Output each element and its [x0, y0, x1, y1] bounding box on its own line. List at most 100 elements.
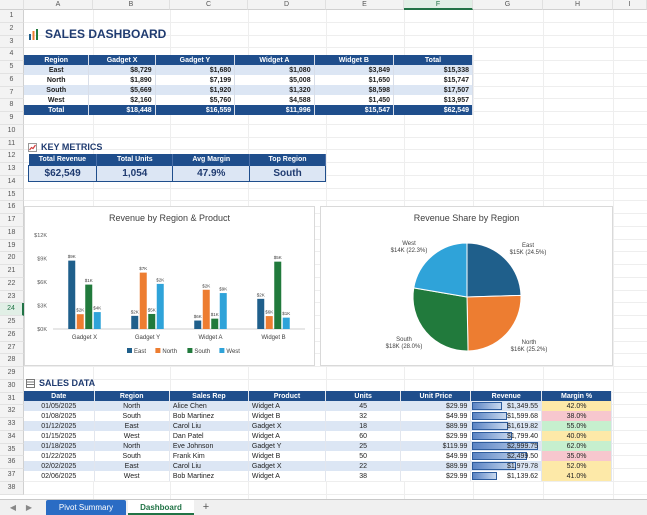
table-cell[interactable]: East — [24, 65, 90, 75]
row-header[interactable]: 20 — [0, 252, 24, 265]
table-cell[interactable]: 60 — [325, 431, 402, 441]
table-cell[interactable]: $29.99 — [400, 431, 472, 441]
row-header[interactable]: 21 — [0, 265, 24, 278]
row-header[interactable]: 34 — [0, 430, 24, 444]
row-header[interactable]: 33 — [0, 418, 24, 431]
table-cell[interactable]: East — [94, 461, 170, 471]
row-header[interactable]: 27 — [0, 341, 24, 355]
table-cell[interactable]: $15,338 — [393, 65, 473, 75]
revenue-bar-chart[interactable]: Revenue by Region & Product $0K $3K $6K $9K… — [24, 206, 315, 366]
row-header[interactable]: 5 — [0, 61, 24, 74]
select-all-corner[interactable] — [0, 0, 24, 10]
table-cell[interactable]: $1,450 — [314, 95, 395, 105]
table-cell[interactable]: 35.0% — [541, 451, 612, 461]
row-header[interactable]: 3 — [0, 35, 24, 49]
row-header[interactable]: 19 — [0, 239, 24, 253]
scroll-right-icon[interactable]: ▶ — [22, 500, 36, 515]
table-cell[interactable]: $17,507 — [393, 85, 473, 95]
table-cell[interactable]: South — [94, 451, 170, 461]
table-cell[interactable]: $5,760 — [155, 95, 236, 105]
table-cell[interactable]: $62,549 — [27, 165, 98, 182]
add-sheet-button[interactable]: + — [198, 500, 214, 515]
table-cell[interactable]: Bob Martinez — [169, 411, 249, 421]
table-cell[interactable]: Date — [24, 391, 95, 401]
row-header[interactable]: 9 — [0, 112, 24, 125]
table-cell[interactable]: 52.0% — [541, 461, 612, 471]
row-header[interactable]: 23 — [0, 290, 24, 304]
table-cell[interactable]: Widget A — [248, 431, 327, 441]
table-cell[interactable]: $1,799.40 — [470, 431, 543, 441]
table-cell[interactable]: Total — [393, 55, 473, 65]
scroll-left-icon[interactable]: ◀ — [6, 500, 20, 515]
row-header[interactable]: 18 — [0, 226, 24, 240]
table-cell[interactable]: $11,996 — [234, 105, 315, 115]
table-cell[interactable]: 42.0% — [541, 401, 612, 411]
table-cell[interactable]: 47.9% — [172, 165, 251, 182]
table-cell[interactable]: $1,139.62 — [470, 471, 543, 481]
row-header[interactable]: 4 — [0, 48, 24, 61]
table-cell[interactable]: Gadget Y — [248, 441, 327, 451]
table-cell[interactable]: 55.0% — [541, 421, 612, 431]
table-cell[interactable]: $89.99 — [400, 421, 472, 431]
table-cell[interactable]: Eve Johnson — [169, 441, 249, 451]
table-cell[interactable]: $49.99 — [400, 411, 472, 421]
row-header[interactable]: 8 — [0, 99, 24, 112]
table-cell[interactable]: 32 — [325, 411, 402, 421]
table-cell[interactable]: South — [249, 165, 326, 182]
table-cell[interactable]: $1,080 — [234, 65, 315, 75]
table-cell[interactable]: $15,747 — [393, 75, 473, 85]
table-cell[interactable]: $62,549 — [393, 105, 473, 115]
table-cell[interactable]: 01/22/2025 — [24, 451, 95, 461]
table-cell[interactable]: $2,160 — [88, 95, 156, 105]
table-cell[interactable]: 02/06/2025 — [24, 471, 95, 481]
table-cell[interactable]: Gadget X — [248, 461, 327, 471]
spreadsheet-grid[interactable]: ABCDEFGHI 1 2 3 4 5 6 7 8 9 10 11 12 13 14 15 16 17 18 19 2… — [0, 0, 647, 499]
table-cell[interactable]: $8,729 — [88, 65, 156, 75]
table-cell[interactable]: 22 — [325, 461, 402, 471]
table-cell[interactable]: $7,199 — [155, 75, 236, 85]
row-header[interactable]: 2 — [0, 22, 24, 36]
table-cell[interactable]: West — [24, 95, 90, 105]
table-cell[interactable]: 38 — [325, 471, 402, 481]
table-cell[interactable]: Units — [325, 391, 402, 401]
table-cell[interactable]: East — [94, 421, 170, 431]
row-header[interactable]: 1 — [0, 10, 24, 23]
table-cell[interactable]: Frank Kim — [169, 451, 249, 461]
row-header[interactable]: 14 — [0, 175, 24, 189]
row-header[interactable]: 17 — [0, 214, 24, 227]
table-cell[interactable]: Gadget X — [88, 55, 156, 65]
table-cell[interactable]: 1,054 — [96, 165, 174, 182]
column-header[interactable]: I — [613, 0, 647, 10]
table-cell[interactable]: Top Region — [249, 154, 326, 166]
column-header[interactable]: C — [170, 0, 248, 10]
table-cell[interactable]: $2,999.75 — [470, 441, 543, 451]
table-cell[interactable]: $119.99 — [400, 441, 472, 451]
row-header[interactable]: 32 — [0, 405, 24, 418]
table-cell[interactable]: Total — [24, 105, 90, 115]
table-cell[interactable]: $1,599.68 — [470, 411, 543, 421]
table-cell[interactable]: $1,979.78 — [470, 461, 543, 471]
row-header[interactable]: 38 — [0, 481, 24, 495]
table-cell[interactable]: West — [94, 431, 170, 441]
revenue-pie-chart[interactable]: Revenue Share by Region East $15K (24.5%)… — [320, 206, 613, 366]
table-cell[interactable]: 38.0% — [541, 411, 612, 421]
row-header[interactable]: 30 — [0, 379, 24, 393]
table-cell[interactable]: 41.0% — [541, 471, 612, 481]
table-cell[interactable]: Carol Liu — [169, 421, 249, 431]
table-cell[interactable]: Widget B — [314, 55, 395, 65]
table-cell[interactable]: Dan Patel — [169, 431, 249, 441]
table-cell[interactable]: 01/08/2025 — [24, 411, 95, 421]
table-cell[interactable]: 01/15/2025 — [24, 431, 95, 441]
row-header[interactable]: 22 — [0, 277, 24, 291]
row-header[interactable]: 36 — [0, 456, 24, 469]
table-cell[interactable]: $1,650 — [314, 75, 395, 85]
row-header[interactable]: 16 — [0, 201, 24, 214]
table-cell[interactable]: 02/02/2025 — [24, 461, 95, 471]
table-cell[interactable]: $15,547 — [314, 105, 395, 115]
table-cell[interactable]: 01/05/2025 — [24, 401, 95, 411]
table-cell[interactable]: Unit Price — [400, 391, 472, 401]
table-cell[interactable]: $29.99 — [400, 471, 472, 481]
column-header[interactable]: B — [93, 0, 170, 10]
table-cell[interactable]: West — [94, 471, 170, 481]
table-cell[interactable]: Gadget Y — [155, 55, 236, 65]
